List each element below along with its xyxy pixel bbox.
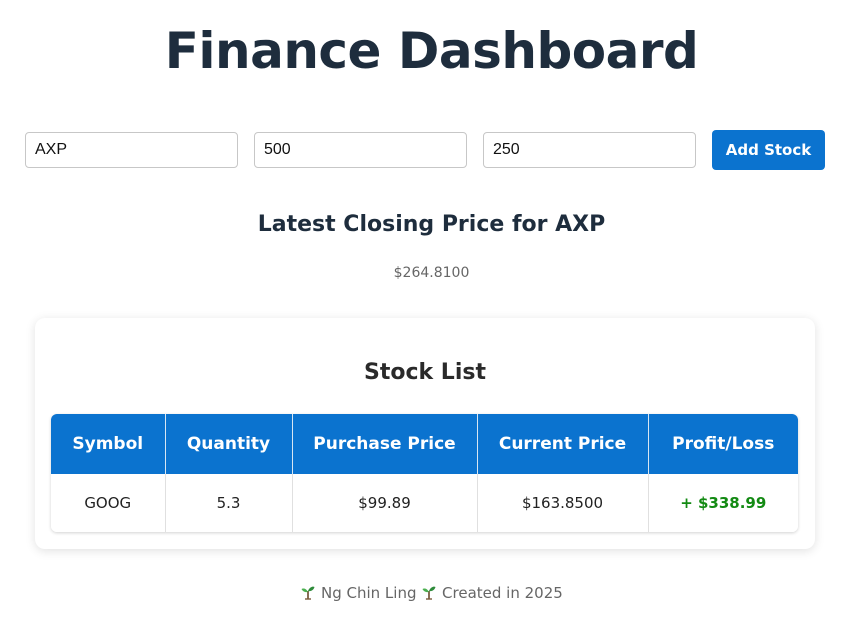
quantity-input[interactable] [254,132,467,168]
seedling-icon [301,586,315,600]
cell-profit-loss: + $338.99 [648,474,798,532]
stock-list-card: Stock List Symbol Quantity Purchase Pric… [35,318,815,549]
cell-purchase-price: $99.89 [292,474,478,532]
add-stock-form: Add Stock [25,130,825,170]
table-row: GOOG 5.3 $99.89 $163.8500 + $338.99 [51,474,798,532]
finance-dashboard: Finance Dashboard Add Stock Latest Closi… [0,0,863,641]
table-header-row: Symbol Quantity Purchase Price Current P… [51,414,798,474]
cell-quantity: 5.3 [165,474,293,532]
purchase-price-input[interactable] [483,132,696,168]
stock-table: Symbol Quantity Purchase Price Current P… [51,414,798,532]
stock-list-title: Stock List [364,360,486,385]
column-header-profit-loss: Profit/Loss [648,414,798,474]
seedling-icon [422,586,436,600]
column-header-symbol: Symbol [51,414,166,474]
symbol-input[interactable] [25,132,238,168]
created-year: Created in 2025 [442,584,563,602]
cell-symbol: GOOG [51,474,166,532]
author-name: Ng Chin Ling [320,584,417,602]
footer: Ng Chin Ling Created in 2025 [0,584,863,602]
page-title: Finance Dashboard [164,22,699,80]
column-header-purchase-price: Purchase Price [292,414,478,474]
column-header-quantity: Quantity [165,414,293,474]
add-stock-button[interactable]: Add Stock [712,130,825,170]
closing-price-heading: Latest Closing Price for AXP [257,212,606,237]
column-header-current-price: Current Price [477,414,649,474]
cell-current-price: $163.8500 [477,474,649,532]
closing-price-value: $264.8100 [393,265,470,281]
